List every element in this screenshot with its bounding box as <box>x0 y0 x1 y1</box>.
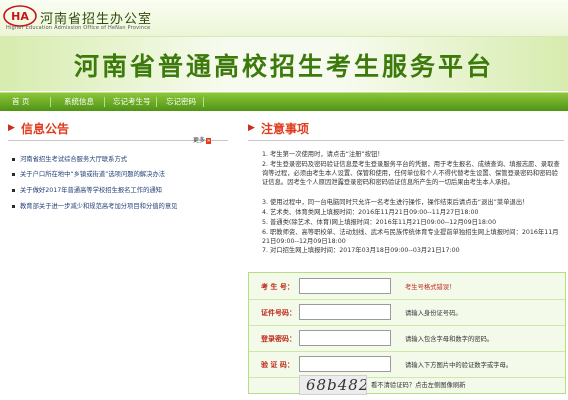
id-number-input[interactable] <box>299 304 391 320</box>
top-header: HA 河南省招生办公室 Higher Education Admission O… <box>0 0 568 37</box>
office-name-en: Higher Education Admission Office of HeN… <box>6 25 151 31</box>
list-item[interactable]: 关于做好2017年普通高等学校招生报名工作的通知 <box>12 185 230 194</box>
note-item: 5. 普通类(除艺术、体育)网上填报时间：2016年11月21日09:00--1… <box>262 219 497 226</box>
id-number-row: 证件号码： 请输入身份证号码。 <box>249 299 565 326</box>
exam-number-label: 考 生 号： <box>261 283 294 291</box>
note-item: 4. 艺术类、体育类网上填报时间：2016年11月21日09:00--11月27… <box>262 209 479 216</box>
arrow-icon: ▶ <box>8 123 15 133</box>
exam-number-error: 考生号格式错误！ <box>405 284 456 291</box>
list-item[interactable]: 关于户口所在地中“乡镇或街道”选项问题的解决办法 <box>12 169 230 178</box>
captcha-row: 验 证 码： 请输入下方图片中的验证数字或字母。 <box>249 351 565 378</box>
more-arrow-icon: » <box>206 138 212 144</box>
more-link[interactable]: 更多» <box>193 135 212 144</box>
note-item: 3. 使用过程中，同一台电脑同时只允许一名考生进行操作，操作结束后请点击“退出”… <box>262 199 529 206</box>
captcha-label: 验 证 码： <box>261 361 294 369</box>
exam-number-row: 考 生 号： 考生号格式错误！ <box>249 273 565 300</box>
password-input[interactable] <box>299 330 391 346</box>
note-item: 6. 职教师资、高等职校单、法动划线、武术与民族传统体育专业提前单独招生网上填报… <box>262 229 559 245</box>
arrow-icon: ▶ <box>248 123 255 133</box>
password-hint: 请输入包含字母和数字的密码。 <box>405 336 494 343</box>
nav-divider <box>156 97 157 107</box>
id-number-hint: 请输入身份证号码。 <box>405 310 462 317</box>
captcha-refresh-link[interactable]: 看不清验证码？点击左侧图像刷新 <box>371 380 465 389</box>
captcha-input[interactable] <box>299 356 391 372</box>
nav-system-info[interactable]: 系统信息 <box>64 96 94 107</box>
login-form: 考 生 号： 考生号格式错误！ 证件号码： 请输入身份证号码。 登录密码： 请输… <box>248 272 566 395</box>
notes-header: ▶ 注意事项 <box>248 120 564 141</box>
nav-forgot-password[interactable]: 忘记密码 <box>166 96 196 107</box>
nav-divider <box>50 97 51 107</box>
announcements-title: 信息公告 <box>21 122 70 136</box>
notes-title: 注意事项 <box>261 122 310 136</box>
note-item: 7. 对口招生网上填报时间：2017年03月18日09:00--03月21日17… <box>262 247 460 254</box>
svg-text:HA: HA <box>11 10 29 23</box>
captcha-text: 68b482 <box>306 376 367 394</box>
bullet-icon <box>12 188 15 192</box>
main-nav: 首 页 系统信息 忘记考生号 忘记密码 <box>0 92 568 111</box>
nav-divider <box>203 97 204 107</box>
banner-title: 河南省普通高校招生考生服务平台 <box>73 52 494 81</box>
id-number-label: 证件号码： <box>261 309 296 317</box>
password-label: 登录密码： <box>261 335 296 343</box>
office-logo: HA <box>3 5 37 27</box>
more-label: 更多 <box>193 137 206 144</box>
password-row: 登录密码： 请输入包含字母和数字的密码。 <box>249 325 565 352</box>
banner: 河南省普通高校招生考生服务平台 <box>0 37 568 91</box>
nav-forgot-exam-number[interactable]: 忘记考生号 <box>113 96 151 107</box>
list-item[interactable]: 教育部关于进一步减少和规范高考加分项目和分值的意见 <box>12 201 230 210</box>
nav-divider <box>104 97 105 107</box>
bullet-icon <box>12 204 15 208</box>
note-item: 2. 考生登录密码及密码验证信息是考生登录服务平台的凭据，用于考生报名、成绩查询… <box>262 161 560 186</box>
list-item[interactable]: 河南省招生考试综合服务大厅联系方式 <box>12 154 230 163</box>
bullet-icon <box>12 172 15 176</box>
exam-number-input[interactable] <box>299 278 391 294</box>
bullet-icon <box>12 157 15 161</box>
captcha-hint: 请输入下方图片中的验证数字或字母。 <box>405 362 513 369</box>
captcha-image[interactable]: 68b482 <box>299 375 367 395</box>
note-item: 1. 考生第一次使用时，请点击“注册”按钮！ <box>262 151 384 158</box>
nav-home[interactable]: 首 页 <box>12 96 29 107</box>
